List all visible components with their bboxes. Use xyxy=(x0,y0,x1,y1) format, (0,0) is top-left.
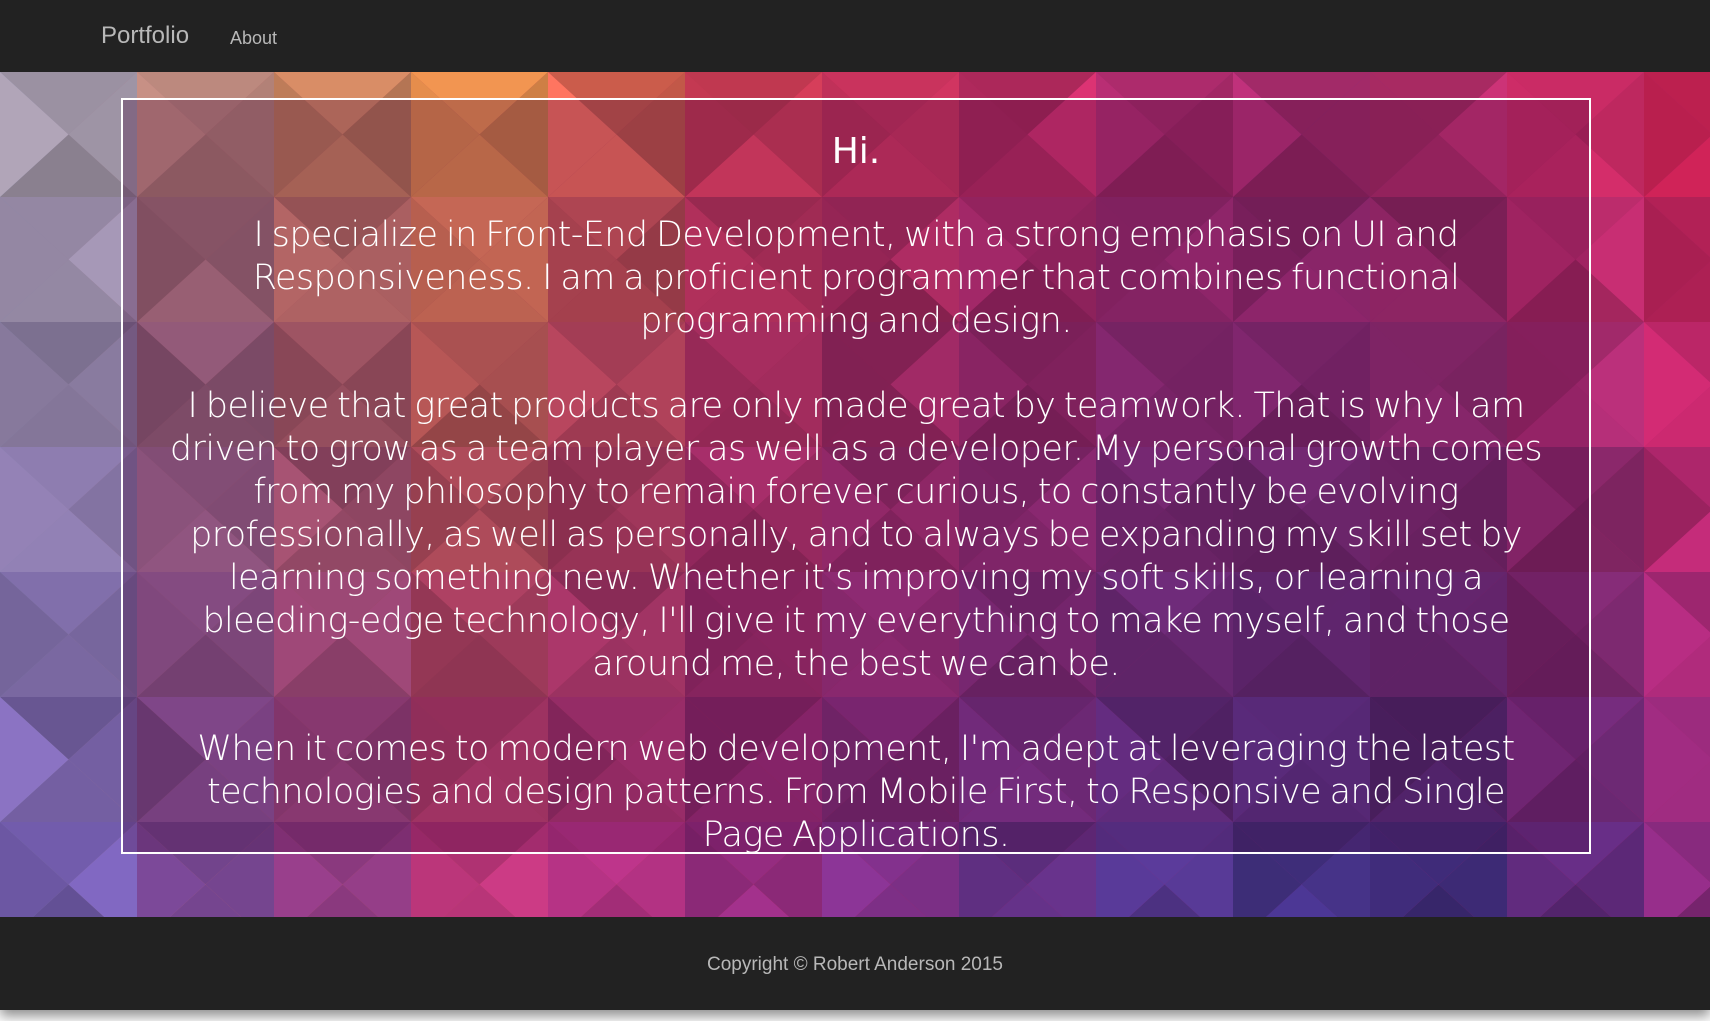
page-footer: Copyright © Robert Anderson 2015 xyxy=(0,917,1710,1010)
brand-link[interactable]: Portfolio xyxy=(101,22,189,50)
hero-section: Hi. I specialize in Front-End Developmen… xyxy=(0,72,1710,917)
copyright-text: Copyright © Robert Anderson 2015 xyxy=(706,954,1003,975)
intro-paragraph-webdev: When it comes to modern web development,… xyxy=(197,729,1515,855)
intro-paragraph-specialty: I specialize in Front-End Development, w… xyxy=(252,215,1460,341)
intro-panel: Hi. I specialize in Front-End Developmen… xyxy=(121,98,1591,855)
nav-link-about[interactable]: About xyxy=(230,28,277,49)
top-navbar: Portfolio About xyxy=(0,0,1710,72)
browser-window: Portfolio About Hi. I specialize in Fron… xyxy=(0,0,1710,1010)
intro-paragraph-teamwork: I believe that great products are only m… xyxy=(169,386,1543,684)
greeting-heading: Hi. xyxy=(831,131,881,172)
